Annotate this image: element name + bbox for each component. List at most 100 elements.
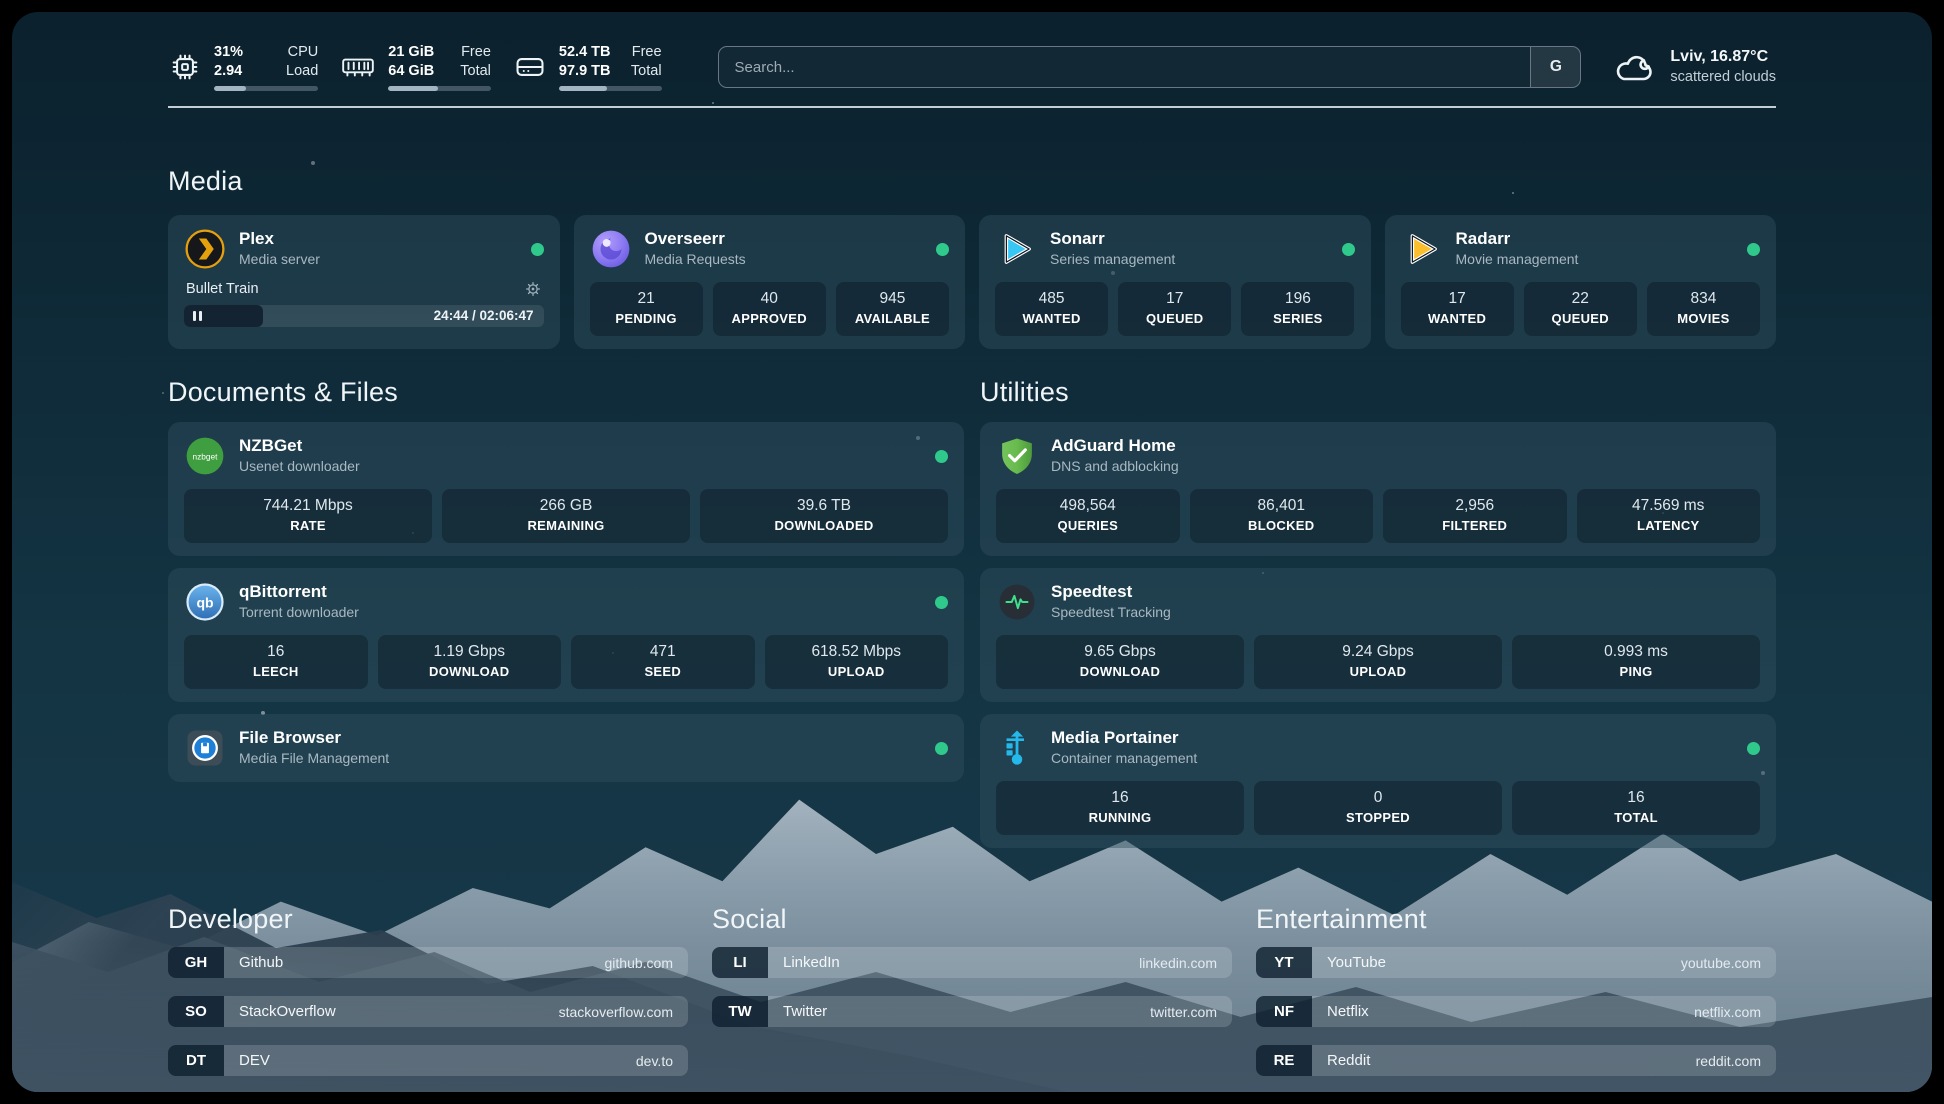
bookmark-netflix[interactable]: NF Netflix netflix.com [1256, 996, 1776, 1027]
social-column: Social LI LinkedIn linkedin.com TW Twitt… [712, 904, 1232, 1027]
stat-box: 196 SERIES [1241, 282, 1354, 336]
cloud-icon [1611, 47, 1657, 87]
qbittorrent-icon: qb [184, 581, 226, 623]
bookmark-name: Github [239, 954, 283, 971]
service-desc: Movie management [1456, 249, 1579, 269]
portainer-icon [996, 727, 1038, 769]
disk-progress-track [559, 86, 662, 91]
bookmark-url: reddit.com [1696, 1053, 1761, 1069]
cpu-loadavg-value: 2.94 [214, 62, 266, 81]
weather-condition: scattered clouds [1670, 67, 1776, 87]
bookmark-name: StackOverflow [239, 1003, 336, 1020]
bookmark-stackoverflow[interactable]: SO StackOverflow stackoverflow.com [168, 996, 688, 1027]
overseerr-icon [590, 228, 632, 270]
adguard-icon [996, 435, 1038, 477]
status-dot [531, 243, 544, 256]
bookmark-abbr: SO [168, 996, 224, 1027]
svg-text:qb: qb [196, 594, 213, 610]
ram-icon [340, 52, 376, 82]
stat-box: 39.6 TB DOWNLOADED [700, 489, 948, 543]
settings-gear-icon[interactable] [524, 280, 542, 298]
status-dot [1747, 742, 1760, 755]
service-card-filebrowser[interactable]: File Browser Media File Management [168, 714, 964, 782]
bookmark-name: YouTube [1327, 954, 1386, 971]
stat-box: 86,401 BLOCKED [1190, 489, 1374, 543]
status-dot [935, 596, 948, 609]
service-name: Plex [239, 229, 320, 249]
bookmark-reddit[interactable]: RE Reddit reddit.com [1256, 1045, 1776, 1076]
stat-box: 17 WANTED [1401, 282, 1514, 336]
disk-progress-fill [559, 86, 607, 91]
bookmark-github[interactable]: GH Github github.com [168, 947, 688, 978]
playback-elapsed [184, 305, 263, 327]
service-desc: DNS and adblocking [1051, 456, 1179, 476]
stat-box: 744.21 Mbps RATE [184, 489, 432, 543]
stat-box: 0 STOPPED [1254, 781, 1502, 835]
search-provider-button[interactable]: G [1530, 47, 1580, 87]
ram-free-label: Free [460, 43, 491, 62]
stat-box: 945 AVAILABLE [836, 282, 949, 336]
bookmark-twitter[interactable]: TW Twitter twitter.com [712, 996, 1232, 1027]
service-name: Overseerr [645, 229, 746, 249]
stat-box: 485 WANTED [995, 282, 1108, 336]
top-bar: 31% 2.94 CPU Load [168, 38, 1776, 96]
cpu-usage-value: 31% [214, 43, 266, 62]
bookmark-url: youtube.com [1681, 955, 1761, 971]
stat-box: 47.569 ms LATENCY [1577, 489, 1761, 543]
speedtest-icon [996, 581, 1038, 623]
bookmark-youtube[interactable]: YT YouTube youtube.com [1256, 947, 1776, 978]
entertainment-column: Entertainment YT YouTube youtube.com NF … [1256, 904, 1776, 1076]
service-name: Sonarr [1050, 229, 1175, 249]
disk-free-value: 52.4 TB [559, 43, 611, 62]
ram-progress-fill [388, 86, 437, 91]
service-card-nzbget[interactable]: nzbget NZBGet Usenet downloader 744.21 M… [168, 422, 964, 556]
service-name: AdGuard Home [1051, 436, 1179, 456]
stat-box: 9.65 Gbps DOWNLOAD [996, 635, 1244, 689]
now-playing-widget: Bullet Train 24:44 / 02:06:47 [184, 280, 544, 327]
section-title-utilities: Utilities [980, 377, 1776, 408]
service-card-adguard[interactable]: AdGuard Home DNS and adblocking 498,564 … [980, 422, 1776, 556]
service-card-sonarr[interactable]: Sonarr Series management 485 WANTED 17 Q… [979, 215, 1371, 349]
stat-box: 17 QUEUED [1118, 282, 1231, 336]
ram-total-value: 64 GiB [388, 62, 440, 81]
cpu-label: CPU [286, 43, 318, 62]
service-name: Media Portainer [1051, 728, 1197, 748]
weather-location-temp: Lviv, 16.87°C [1670, 47, 1776, 67]
load-label: Load [286, 62, 318, 81]
stat-box: 16 LEECH [184, 635, 368, 689]
weather-widget: Lviv, 16.87°C scattered clouds [1611, 47, 1776, 87]
service-desc: Container management [1051, 748, 1197, 768]
stat-box: 22 QUEUED [1524, 282, 1637, 336]
bookmark-dev[interactable]: DT DEV dev.to [168, 1045, 688, 1076]
ram-total-label: Total [460, 62, 491, 81]
stat-box: 40 APPROVED [713, 282, 826, 336]
status-dot [935, 742, 948, 755]
service-card-overseerr[interactable]: Overseerr Media Requests 21 PENDING 40 A… [574, 215, 966, 349]
status-dot [1342, 243, 1355, 256]
service-desc: Speedtest Tracking [1051, 602, 1171, 622]
bookmark-url: netflix.com [1694, 1004, 1761, 1020]
bookmark-url: dev.to [636, 1053, 673, 1069]
status-dot [1747, 243, 1760, 256]
cpu-progress-track [214, 86, 318, 91]
service-name: File Browser [239, 728, 389, 748]
service-card-radarr[interactable]: Radarr Movie management 17 WANTED 22 QUE… [1385, 215, 1777, 349]
service-name: qBittorrent [239, 582, 359, 602]
status-dot [935, 450, 948, 463]
pause-icon [199, 311, 202, 321]
ram-free-value: 21 GiB [388, 43, 440, 62]
service-card-speedtest[interactable]: Speedtest Speedtest Tracking 9.65 Gbps D… [980, 568, 1776, 702]
svg-text:nzbget: nzbget [193, 452, 219, 462]
bookmark-linkedin[interactable]: LI LinkedIn linkedin.com [712, 947, 1232, 978]
plex-icon [184, 228, 226, 270]
dashboard-window: 31% 2.94 CPU Load [12, 12, 1932, 1092]
stat-box: 2,956 FILTERED [1383, 489, 1567, 543]
search-input[interactable] [719, 47, 1531, 87]
bookmark-name: LinkedIn [783, 954, 840, 971]
service-card-plex[interactable]: Plex Media server Bullet Train [168, 215, 560, 349]
service-card-portainer[interactable]: Media Portainer Container management 16 … [980, 714, 1776, 848]
stat-box: 16 TOTAL [1512, 781, 1760, 835]
stat-box: 498,564 QUERIES [996, 489, 1180, 543]
section-title-developer: Developer [168, 904, 688, 935]
service-card-qbittorrent[interactable]: qb qBittorrent Torrent downloader 16 [168, 568, 964, 702]
